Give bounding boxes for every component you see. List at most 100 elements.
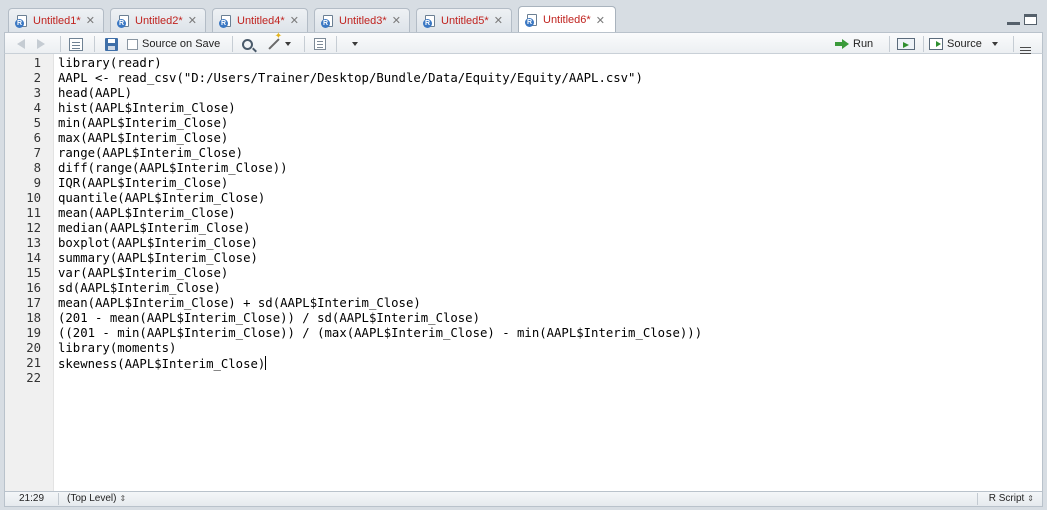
code-line[interactable]: 1 library(readr): [5, 56, 1042, 71]
run-button[interactable]: Run: [835, 36, 873, 52]
chevron-down-icon: [352, 42, 358, 46]
toolbar-divider: [336, 36, 337, 52]
close-icon[interactable]: ✕: [596, 14, 605, 27]
close-icon[interactable]: ✕: [494, 14, 503, 27]
source-button[interactable]: Source: [929, 36, 998, 52]
more-options-button[interactable]: [348, 36, 358, 52]
source-on-save-toggle[interactable]: Source on Save: [127, 36, 220, 52]
code-line-text[interactable]: mean(AAPL$Interim_Close) + sd(AAPL$Inter…: [58, 296, 421, 311]
search-icon: [242, 38, 253, 50]
code-line-text[interactable]: library(moments): [58, 341, 176, 356]
code-line-text[interactable]: range(AAPL$Interim_Close): [58, 146, 243, 161]
code-line-text[interactable]: boxplot(AAPL$Interim_Close): [58, 236, 258, 251]
code-line-text[interactable]: summary(AAPL$Interim_Close): [58, 251, 258, 266]
tab-untitled3[interactable]: R Untitled3* ✕: [314, 8, 410, 32]
code-line[interactable]: 9 IQR(AAPL$Interim_Close): [5, 176, 1042, 191]
chevron-down-icon[interactable]: [991, 42, 998, 46]
code-editor[interactable]: 1 library(readr) 2 AAPL <- read_csv("D:/Use…: [4, 54, 1043, 491]
line-number: 21: [26, 356, 41, 370]
code-area[interactable]: 1 library(readr) 2 AAPL <- read_csv("D:/Use…: [5, 54, 1042, 491]
code-line[interactable]: 2 AAPL <- read_csv("D:/Users/Trainer/Desk…: [5, 71, 1042, 86]
code-line-text[interactable]: IQR(AAPL$Interim_Close): [58, 176, 228, 191]
show-in-new-window-button[interactable]: [69, 36, 83, 52]
code-line-text[interactable]: skewness(AAPL$Interim_Close): [58, 356, 267, 372]
code-line[interactable]: 6 max(AAPL$Interim_Close): [5, 131, 1042, 146]
code-line[interactable]: 19 ((201 - min(AAPL$Interim_Close)) / (ma…: [5, 326, 1042, 341]
tab-label: Untitled4*: [237, 14, 285, 27]
back-button[interactable]: [17, 36, 25, 52]
code-line[interactable]: 15 var(AAPL$Interim_Close): [5, 266, 1042, 281]
text-cursor: [265, 356, 267, 370]
code-line[interactable]: 3 head(AAPL): [5, 86, 1042, 101]
scope-selector[interactable]: (Top Level) ⇕: [67, 493, 126, 504]
code-line[interactable]: 17 mean(AAPL$Interim_Close) + sd(AAPL$Int…: [5, 296, 1042, 311]
code-line-text[interactable]: median(AAPL$Interim_Close): [58, 221, 251, 236]
line-number: 20: [26, 341, 41, 355]
code-line[interactable]: 8 diff(range(AAPL$Interim_Close)): [5, 161, 1042, 176]
arrow-right-icon: [37, 39, 45, 49]
save-button[interactable]: [105, 36, 118, 52]
tab-untitled2[interactable]: R Untitled2* ✕: [110, 8, 206, 32]
code-line[interactable]: 7 range(AAPL$Interim_Close): [5, 146, 1042, 161]
tab-untitled1[interactable]: R Untitled1* ✕: [8, 8, 104, 32]
code-line[interactable]: 16 sd(AAPL$Interim_Close): [5, 281, 1042, 296]
r-script-icon: R: [423, 14, 437, 28]
r-script-icon: R: [117, 14, 131, 28]
source-on-save-checkbox[interactable]: [127, 38, 138, 50]
line-number: 5: [33, 116, 41, 130]
line-number: 1: [33, 56, 41, 70]
close-icon[interactable]: ✕: [290, 14, 299, 27]
forward-button[interactable]: [37, 36, 45, 52]
compile-report-button[interactable]: [314, 36, 326, 52]
line-number: 16: [26, 281, 41, 295]
code-line-text[interactable]: AAPL <- read_csv("D:/Users/Trainer/Deskt…: [58, 71, 643, 86]
editor-toolbar: Source on Save Run Source: [4, 32, 1043, 54]
close-icon[interactable]: ✕: [188, 14, 197, 27]
rerun-button[interactable]: [897, 36, 915, 52]
toolbar-divider: [304, 36, 305, 52]
code-line-text[interactable]: quantile(AAPL$Interim_Close): [58, 191, 265, 206]
code-line-text[interactable]: hist(AAPL$Interim_Close): [58, 101, 236, 116]
code-line-text[interactable]: sd(AAPL$Interim_Close): [58, 281, 221, 296]
code-line[interactable]: 22: [5, 371, 1042, 386]
close-icon[interactable]: ✕: [86, 14, 95, 27]
code-line[interactable]: 13 boxplot(AAPL$Interim_Close): [5, 236, 1042, 251]
file-type-selector[interactable]: R Script ⇕: [989, 493, 1034, 504]
code-line-text[interactable]: (201 - mean(AAPL$Interim_Close)) / sd(AA…: [58, 311, 480, 326]
minimize-pane-icon[interactable]: [1007, 14, 1020, 25]
code-line-text[interactable]: ((201 - min(AAPL$Interim_Close)) / (max(…: [58, 326, 702, 341]
line-number: 19: [26, 326, 41, 340]
tab-untitled5[interactable]: R Untitled5* ✕: [416, 8, 512, 32]
code-line-text[interactable]: library(readr): [58, 56, 162, 71]
code-line-text[interactable]: min(AAPL$Interim_Close): [58, 116, 228, 131]
tab-untitled4[interactable]: R Untitled4* ✕: [212, 8, 308, 32]
tab-label: Untitled5*: [441, 14, 489, 27]
tab-label: Untitled6*: [543, 14, 591, 26]
code-line[interactable]: 20 library(moments): [5, 341, 1042, 356]
code-line[interactable]: 11 mean(AAPL$Interim_Close): [5, 206, 1042, 221]
line-number: 8: [33, 161, 41, 175]
maximize-pane-icon[interactable]: [1024, 14, 1037, 25]
code-line[interactable]: 5 min(AAPL$Interim_Close): [5, 116, 1042, 131]
code-line[interactable]: 14 summary(AAPL$Interim_Close): [5, 251, 1042, 266]
code-line-text[interactable]: mean(AAPL$Interim_Close): [58, 206, 236, 221]
floppy-disk-icon: [105, 37, 118, 51]
find-replace-button[interactable]: [242, 36, 253, 52]
code-line[interactable]: 21 skewness(AAPL$Interim_Close): [5, 356, 1042, 371]
tab-untitled6[interactable]: R Untitled6* ✕: [518, 6, 616, 33]
toolbar-divider: [94, 36, 95, 52]
code-line-text[interactable]: diff(range(AAPL$Interim_Close)): [58, 161, 288, 176]
close-icon[interactable]: ✕: [392, 14, 401, 27]
line-number: 18: [26, 311, 41, 325]
line-number: 15: [26, 266, 41, 280]
code-line-text[interactable]: var(AAPL$Interim_Close): [58, 266, 228, 281]
code-line-text[interactable]: head(AAPL): [58, 86, 132, 101]
code-line[interactable]: 10 quantile(AAPL$Interim_Close): [5, 191, 1042, 206]
code-line[interactable]: 18 (201 - mean(AAPL$Interim_Close)) / sd(…: [5, 311, 1042, 326]
code-line[interactable]: 12 median(AAPL$Interim_Close): [5, 221, 1042, 236]
code-tools-button[interactable]: [267, 36, 291, 52]
code-line-text[interactable]: max(AAPL$Interim_Close): [58, 131, 228, 146]
line-number: 3: [33, 86, 41, 100]
code-line[interactable]: 4 hist(AAPL$Interim_Close): [5, 101, 1042, 116]
line-number: 22: [26, 371, 41, 385]
